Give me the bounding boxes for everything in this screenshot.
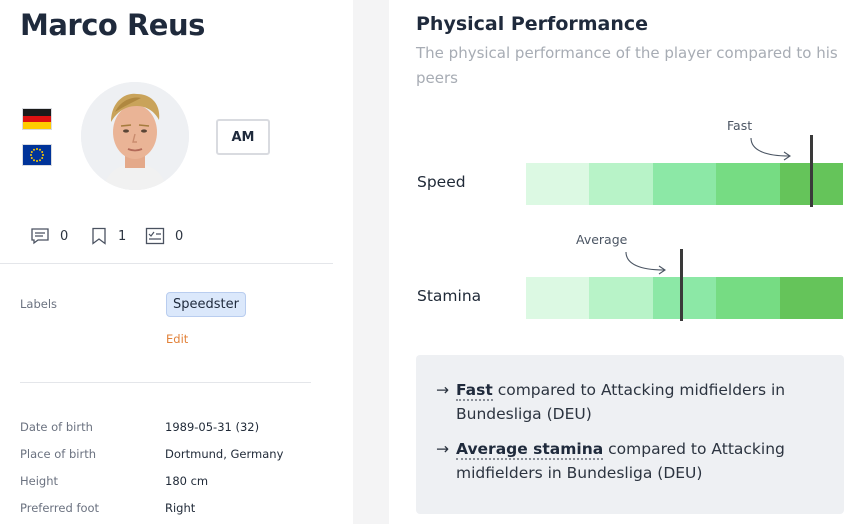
player-avatar — [81, 82, 189, 190]
scale-segment-1 — [526, 277, 590, 319]
dob-value: 1989-05-31 (32) — [165, 420, 260, 434]
speed-annotation: Fast — [727, 118, 753, 133]
annotation-arrow-icon — [625, 251, 666, 275]
checklist-count[interactable]: 0 — [145, 226, 183, 246]
speed-label: Speed — [417, 173, 466, 191]
arrow-right-icon: → — [436, 381, 449, 399]
summary-item: → Fast compared to Attacking midfielders… — [436, 378, 831, 426]
scale-segment-4 — [716, 277, 780, 319]
position-badge: AM — [216, 119, 270, 155]
height-label: Height — [20, 474, 59, 488]
stamina-label: Stamina — [417, 287, 482, 305]
pob-label: Place of birth — [20, 447, 96, 461]
bookmark-icon — [92, 227, 106, 245]
dob-label: Date of birth — [20, 420, 93, 434]
bookmarks-count[interactable]: 1 — [90, 226, 126, 246]
pob-value: Dortmund, Germany — [165, 447, 284, 461]
stamina-annotation: Average — [576, 232, 628, 247]
divider — [20, 382, 311, 383]
scale-segment-1 — [526, 163, 590, 205]
checklist-count-value: 0 — [175, 228, 184, 244]
comments-count[interactable]: 0 — [30, 226, 68, 246]
scale-segment-4 — [716, 163, 780, 205]
preferred-foot-value: Right — [165, 501, 196, 515]
scale-segment-3 — [652, 163, 717, 205]
stamina-marker — [680, 249, 684, 321]
annotation-arrow-icon — [750, 137, 791, 161]
speed-marker — [810, 135, 814, 207]
scale-segment-5 — [779, 277, 844, 319]
player-name: Marco Reus — [20, 8, 205, 42]
labels-title: Labels — [20, 297, 58, 311]
bookmarks-count-value: 1 — [118, 228, 127, 244]
eu-flag-icon — [22, 144, 52, 166]
stamina-scale-bar — [526, 277, 844, 319]
performance-summary: → Fast compared to Attacking midfielders… — [416, 355, 844, 514]
label-chip-speedster[interactable]: Speedster — [166, 292, 246, 317]
scale-segment-2 — [589, 277, 653, 319]
arrow-right-icon: → — [436, 440, 449, 458]
scale-segment-2 — [589, 163, 653, 205]
edit-labels-link[interactable]: Edit — [166, 332, 188, 346]
player-profile-panel: Marco Reus AM 0 1 0 Labels Speedster Edi… — [0, 0, 353, 524]
comment-icon — [31, 228, 49, 245]
summary-highlight: Average stamina — [456, 440, 604, 460]
section-subtitle: The physical performance of the player c… — [416, 44, 838, 87]
preferred-foot-label: Preferred foot — [20, 501, 100, 515]
scale-segment-3 — [652, 277, 717, 319]
speed-scale-bar — [526, 163, 844, 205]
summary-item: → Average stamina compared to Attacking … — [436, 437, 831, 485]
height-value: 180 cm — [165, 474, 209, 488]
section-title: Physical Performance — [416, 13, 649, 35]
comments-count-value: 0 — [60, 228, 69, 244]
divider — [0, 263, 333, 264]
summary-highlight: Fast — [456, 381, 493, 401]
germany-flag-icon — [22, 108, 52, 130]
summary-text: compared to Attacking midfielders in Bun… — [456, 381, 786, 423]
physical-performance-card: Physical Performance The physical perfor… — [389, 0, 856, 524]
checklist-icon — [145, 227, 165, 245]
